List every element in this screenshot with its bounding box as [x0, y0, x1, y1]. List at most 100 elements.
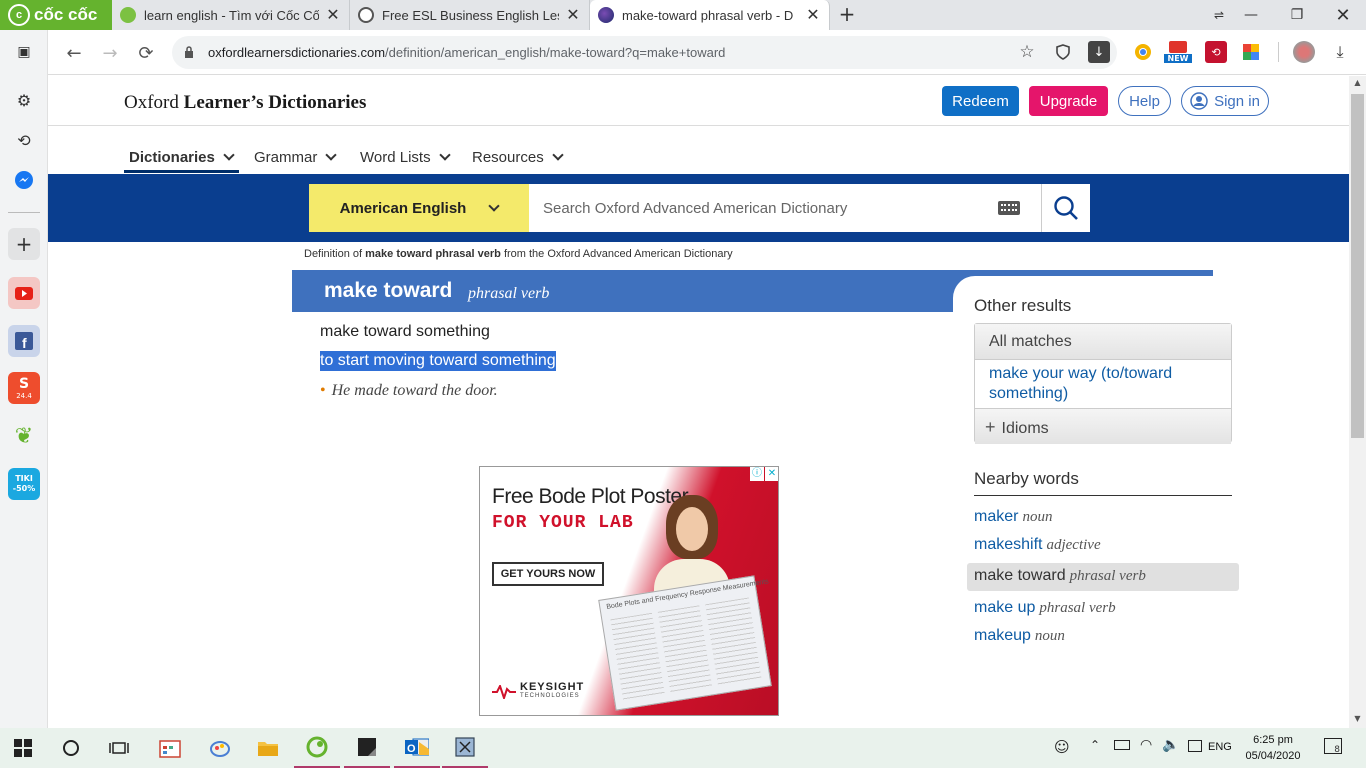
coccoc-menu-button[interactable]: c cốc cốc: [0, 0, 112, 30]
scroll-down-icon[interactable]: ▼: [1351, 714, 1364, 726]
input-language[interactable]: ENG: [1208, 741, 1232, 753]
coccoc-dictionary-icon[interactable]: ❦: [8, 420, 40, 452]
reload-icon[interactable]: ⟳: [131, 38, 161, 68]
definition-source: Definition of make toward phrasal verb f…: [304, 248, 733, 260]
search-button[interactable]: [1041, 184, 1090, 232]
idioms-toggle[interactable]: + Idioms: [975, 408, 1231, 444]
notifications-icon[interactable]: 8: [1324, 738, 1342, 755]
nearby-word-pos: adjective: [1046, 537, 1101, 553]
menu-grammar[interactable]: Grammar: [254, 142, 338, 172]
result-link[interactable]: make your way (to/toward something): [989, 364, 1224, 404]
system-clock[interactable]: 6:25 pm 05/04/2020: [1240, 732, 1306, 764]
nearby-word-text: maker: [974, 508, 1019, 525]
sticky-notes-icon[interactable]: [344, 728, 390, 768]
menu-label: Word Lists: [360, 148, 431, 166]
nearby-word[interactable]: make up phrasal verb: [974, 599, 1116, 617]
shield-icon[interactable]: [1052, 41, 1074, 63]
close-tab-icon[interactable]: ✕: [325, 5, 341, 25]
download-page-icon[interactable]: ↓: [1088, 41, 1110, 63]
tab-title: make-toward phrasal verb - D: [622, 7, 794, 23]
coccoc-taskbar-icon[interactable]: [294, 728, 340, 768]
outlook-icon[interactable]: O: [394, 728, 440, 768]
file-explorer-icon[interactable]: [245, 728, 291, 768]
menu-dictionaries[interactable]: Dictionaries: [129, 142, 235, 172]
ad-poster-column: [705, 597, 762, 688]
dictionary-selector[interactable]: American English: [309, 184, 529, 232]
oxford-favicon-icon: [598, 7, 614, 23]
wifi-icon[interactable]: ◠: [1140, 737, 1152, 753]
window-close-icon[interactable]: ✕: [1320, 0, 1366, 30]
upgrade-button[interactable]: Upgrade: [1029, 86, 1108, 116]
nearby-word[interactable]: makeup noun: [974, 627, 1065, 645]
chrome-extension-icon[interactable]: [1132, 41, 1154, 63]
nearby-word[interactable]: maker noun: [974, 508, 1052, 526]
advertisement[interactable]: Free Bode Plot Poster FOR YOUR LAB GET Y…: [479, 466, 779, 716]
paint-app-icon[interactable]: [197, 728, 243, 768]
oxford-logo[interactable]: Oxford Learner’s Dictionaries: [124, 92, 366, 114]
ad-headline: Free Bode Plot Poster: [492, 485, 689, 508]
minimize-icon[interactable]: —: [1228, 0, 1274, 30]
nearby-word-pos: noun: [1034, 628, 1065, 644]
search-input[interactable]: [529, 184, 1041, 232]
nearby-word-pos: phrasal verb: [1039, 600, 1116, 616]
nearby-word-text: makeup: [974, 627, 1031, 644]
new-tab-icon[interactable]: +: [836, 2, 858, 28]
menu-label: Grammar: [254, 148, 318, 166]
sign-in-button[interactable]: Sign in: [1181, 86, 1269, 116]
history-icon[interactable]: ⟲: [8, 124, 40, 156]
downloads-icon[interactable]: ⤓: [1329, 41, 1351, 63]
colorful-extension-icon[interactable]: [1240, 41, 1262, 63]
coccoc-favicon-icon: [120, 7, 136, 23]
nearby-word[interactable]: makeshift adjective: [974, 536, 1101, 554]
tab-learn-english[interactable]: learn english - Tìm với Cốc Cốc ✕: [112, 0, 350, 30]
nearby-word-current[interactable]: make toward phrasal verb: [974, 567, 1146, 585]
show-hidden-icons[interactable]: ⌃: [1090, 738, 1100, 752]
nearby-words-heading: Nearby words: [974, 469, 1079, 488]
nearby-word-pos: phrasal verb: [1069, 568, 1146, 584]
scrollbar-thumb[interactable]: [1351, 94, 1364, 438]
facebook-icon[interactable]: f: [8, 325, 40, 357]
back-icon[interactable]: ←: [59, 38, 89, 68]
profile-avatar[interactable]: [1293, 41, 1315, 63]
help-button[interactable]: Help: [1118, 86, 1171, 116]
restore-icon[interactable]: ❐: [1274, 0, 1320, 30]
messenger-icon[interactable]: [8, 164, 40, 196]
calendar-app-icon[interactable]: [147, 728, 193, 768]
volume-icon[interactable]: 🔈: [1162, 737, 1179, 753]
tiki-icon[interactable]: TIKI -50%: [8, 468, 40, 500]
tab-make-toward[interactable]: make-toward phrasal verb - D ✕: [590, 0, 830, 30]
adchoices-icon[interactable]: ⓘ: [750, 467, 764, 481]
battery-icon[interactable]: [1114, 740, 1130, 750]
keyboard-icon[interactable]: [998, 201, 1020, 215]
sync-extension-icon[interactable]: ⟲: [1205, 41, 1227, 63]
new-extension-icon[interactable]: NEW: [1164, 41, 1192, 67]
ad-close-icon[interactable]: ✕: [765, 467, 778, 481]
ad-cta-button[interactable]: GET YOURS NOW: [492, 562, 604, 586]
new-badge: NEW: [1164, 54, 1192, 63]
redeem-button[interactable]: Redeem: [942, 86, 1019, 116]
forward-icon[interactable]: →: [95, 38, 125, 68]
bookmark-star-icon[interactable]: ☆: [1016, 41, 1038, 63]
people-icon[interactable]: ☺: [1054, 738, 1070, 756]
display-icon[interactable]: [1188, 740, 1202, 752]
scroll-up-icon[interactable]: ▲: [1351, 78, 1364, 90]
shopee-icon[interactable]: S 24.4: [8, 372, 40, 404]
close-tab-icon[interactable]: ✕: [805, 5, 821, 25]
task-view-icon[interactable]: [96, 728, 142, 768]
tab-free-esl[interactable]: Free ESL Business English Less ✕: [350, 0, 590, 30]
close-tab-icon[interactable]: ✕: [565, 5, 581, 25]
menu-resources[interactable]: Resources: [472, 142, 564, 172]
windows-start-icon[interactable]: [0, 728, 46, 768]
snipping-tool-icon[interactable]: [442, 728, 488, 768]
menu-word-lists[interactable]: Word Lists: [360, 142, 451, 172]
all-matches-header[interactable]: All matches: [975, 324, 1231, 360]
chevron-down-icon: [488, 199, 501, 212]
add-app-icon[interactable]: +: [8, 228, 40, 260]
lock-icon[interactable]: [184, 46, 194, 58]
keysight-wave-icon: [492, 685, 516, 699]
youtube-icon[interactable]: [8, 277, 40, 309]
address-bar[interactable]: oxfordlearnersdictionaries.com/definitio…: [172, 36, 1117, 69]
cortana-search-icon[interactable]: [48, 728, 94, 768]
sidebar-toggle-icon[interactable]: ▣: [8, 36, 40, 68]
settings-gear-icon[interactable]: ⚙: [8, 84, 40, 116]
